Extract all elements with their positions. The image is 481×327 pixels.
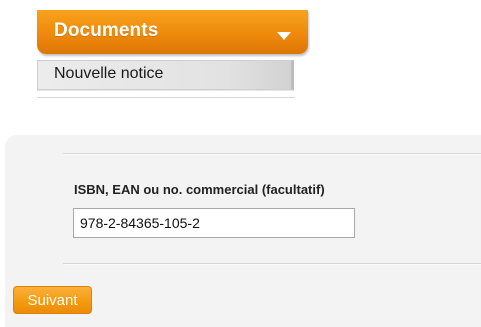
next-button[interactable]: Suivant	[13, 286, 92, 314]
form-divider-bottom	[63, 263, 481, 265]
isbn-input[interactable]	[73, 208, 355, 238]
documents-menu-header[interactable]: Documents	[37, 10, 308, 54]
isbn-field-label: ISBN, EAN ou no. commercial (facultatif)	[74, 182, 325, 197]
documents-menu-title: Documents	[54, 20, 159, 41]
menu-item-new-record[interactable]: Nouvelle notice	[37, 60, 294, 90]
form-divider-top	[63, 153, 481, 155]
menu-divider	[37, 97, 295, 98]
chevron-down-icon[interactable]	[277, 32, 291, 40]
menu-item-label: Nouvelle notice	[54, 65, 164, 82]
